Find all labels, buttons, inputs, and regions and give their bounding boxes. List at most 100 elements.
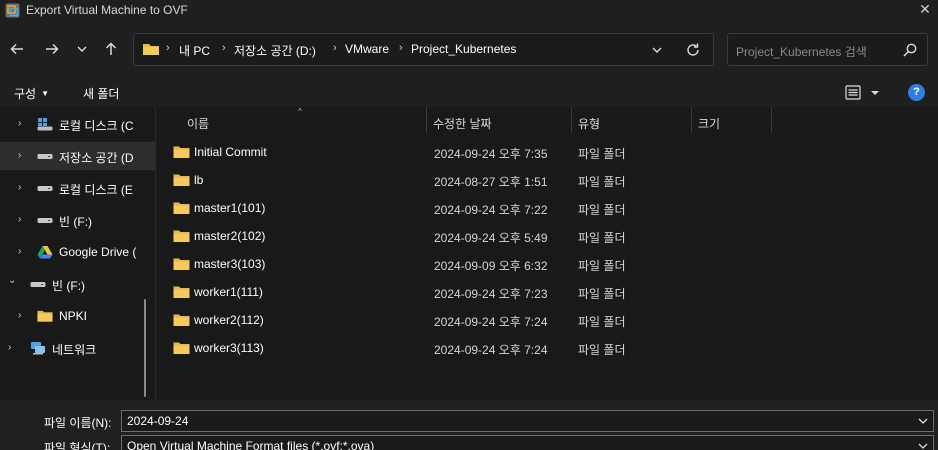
- arrow-right-icon: [46, 43, 59, 55]
- file-list: ^ 이름 수정한 날짜 유형 크기 Initial Commit 2024-09…: [156, 107, 938, 400]
- chevron-right-icon[interactable]: ›: [18, 118, 28, 130]
- google-drive-icon: [37, 246, 53, 259]
- title-bar: Export Virtual Machine to OVF ✕: [0, 0, 938, 22]
- help-icon[interactable]: ?: [908, 84, 925, 101]
- table-row[interactable]: Initial Commit 2024-09-24 오후 7:35 파일 폴더: [156, 138, 938, 166]
- file-type: 파일 폴더: [578, 231, 626, 245]
- search-box[interactable]: Project_Kubernetes 검색: [727, 33, 928, 66]
- sidebar-item-label: 로컬 디스크 (C: [59, 119, 134, 133]
- drive-icon: [37, 218, 53, 223]
- navigation-bar: › 내 PC › 저장소 공간 (D:) › VMware › Project_…: [0, 22, 938, 78]
- table-row[interactable]: master2(102) 2024-09-24 오후 5:49 파일 폴더: [156, 222, 938, 250]
- arrow-left-icon: [10, 43, 23, 55]
- chevron-down-icon[interactable]: ⌄: [8, 275, 18, 287]
- file-type: 파일 폴더: [578, 175, 626, 189]
- chevron-right-icon[interactable]: ›: [18, 310, 28, 322]
- file-type: 파일 폴더: [578, 343, 626, 357]
- table-row[interactable]: worker1(111) 2024-09-24 오후 7:23 파일 폴더: [156, 278, 938, 306]
- breadcrumb-item[interactable]: 저장소 공간 (D:): [234, 42, 316, 59]
- recent-locations-button[interactable]: [71, 38, 93, 60]
- sidebar-item-label: NPKI: [59, 309, 88, 323]
- view-options-button[interactable]: [845, 84, 885, 102]
- chevron-down-icon[interactable]: [650, 43, 664, 57]
- sidebar-item-label: 빈 (F:): [52, 279, 86, 293]
- table-row[interactable]: master1(101) 2024-09-24 오후 7:22 파일 폴더: [156, 194, 938, 222]
- search-icon[interactable]: [902, 42, 918, 58]
- file-modified: 2024-09-24 오후 7:23: [434, 287, 548, 301]
- sidebar-item-bin-f[interactable]: › 빈 (F:): [0, 206, 155, 234]
- chevron-right-icon[interactable]: ›: [8, 342, 18, 354]
- filename-label: 파일 이름(N):: [44, 416, 112, 430]
- organize-label: 구성: [14, 87, 37, 101]
- column-separator[interactable]: [691, 107, 692, 133]
- forward-button[interactable]: [41, 38, 63, 60]
- breadcrumb-separator: ›: [166, 42, 170, 54]
- breadcrumb-separator: ›: [399, 42, 403, 54]
- folder-icon: [173, 342, 190, 354]
- chevron-down-icon[interactable]: [917, 414, 929, 428]
- drive-icon: [37, 186, 53, 191]
- file-name: lb: [194, 173, 204, 187]
- chevron-right-icon[interactable]: ›: [18, 246, 28, 258]
- column-separator[interactable]: [771, 107, 772, 133]
- close-icon[interactable]: ✕: [916, 0, 934, 18]
- navigation-pane: › 로컬 디스크 (C › 저장소 공간 (D › 로컬 디스크 (E › 빈 …: [0, 107, 155, 400]
- up-button[interactable]: [100, 38, 122, 60]
- organize-button[interactable]: 구성 ▼: [14, 85, 49, 102]
- folder-icon: [173, 174, 190, 186]
- sidebar-item-network[interactable]: › 네트워크: [0, 334, 155, 362]
- folder-icon: [173, 314, 190, 326]
- file-name: worker2(112): [194, 313, 264, 327]
- file-modified: 2024-09-24 오후 7:24: [434, 315, 548, 329]
- caret-down-icon: ▼: [41, 89, 50, 98]
- table-row[interactable]: master3(103) 2024-09-09 오후 6:32 파일 폴더: [156, 250, 938, 278]
- folder-icon: [173, 230, 190, 242]
- file-type: 파일 폴더: [578, 259, 626, 273]
- chevron-down-icon[interactable]: [917, 439, 929, 450]
- filename-value: 2024-09-24: [127, 414, 189, 428]
- table-row[interactable]: worker3(113) 2024-09-24 오후 7:24 파일 폴더: [156, 334, 938, 362]
- file-name: worker1(111): [194, 285, 263, 299]
- sidebar-scrollbar[interactable]: [144, 299, 146, 397]
- file-type: 파일 폴더: [578, 203, 626, 217]
- address-bar[interactable]: › 내 PC › 저장소 공간 (D:) › VMware › Project_…: [133, 33, 714, 66]
- column-header-name[interactable]: 이름: [187, 115, 209, 132]
- column-separator[interactable]: [426, 107, 427, 133]
- chevron-right-icon[interactable]: ›: [18, 182, 28, 194]
- table-row[interactable]: lb 2024-08-27 오후 1:51 파일 폴더: [156, 166, 938, 194]
- breadcrumb-separator: ›: [222, 42, 226, 54]
- new-folder-button[interactable]: 새 폴더: [83, 85, 119, 102]
- table-row[interactable]: worker2(112) 2024-09-24 오후 7:24 파일 폴더: [156, 306, 938, 334]
- sidebar-item-label: 빈 (F:): [59, 215, 93, 229]
- column-separator[interactable]: [571, 107, 572, 133]
- drive-windows-icon: [37, 118, 53, 131]
- filetype-select[interactable]: Open Virtual Machine Format files (*.ovf…: [121, 435, 934, 450]
- drive-icon: [30, 282, 46, 287]
- column-header-modified[interactable]: 수정한 날짜: [433, 115, 492, 132]
- sidebar-item-label: Google Drive (: [59, 245, 137, 259]
- sidebar-item-google-drive[interactable]: › Google Drive (: [0, 238, 155, 266]
- chevron-right-icon[interactable]: ›: [18, 214, 28, 226]
- breadcrumb-item[interactable]: 내 PC: [179, 42, 210, 59]
- chevron-right-icon[interactable]: ›: [18, 150, 28, 162]
- column-header-size[interactable]: 크기: [698, 115, 720, 132]
- filetype-label: 파일 형식(T):: [44, 441, 111, 450]
- sidebar-item-storage-d[interactable]: › 저장소 공간 (D: [0, 142, 155, 170]
- folder-icon: [143, 44, 159, 55]
- sidebar-item-label: 네트워크: [52, 343, 97, 357]
- breadcrumb-item[interactable]: VMware: [345, 42, 389, 56]
- column-header-type[interactable]: 유형: [578, 115, 600, 132]
- network-icon: [31, 342, 45, 355]
- sidebar-item-local-disk-e[interactable]: › 로컬 디스크 (E: [0, 174, 155, 202]
- file-modified: 2024-09-09 오후 6:32: [434, 259, 548, 273]
- sidebar-item-bin-f-expanded[interactable]: ⌄ 빈 (F:): [0, 270, 155, 298]
- filename-field[interactable]: 2024-09-24: [121, 410, 934, 432]
- refresh-icon[interactable]: [684, 41, 702, 59]
- filetype-value: Open Virtual Machine Format files (*.ovf…: [127, 439, 375, 450]
- file-name: master2(102): [194, 229, 266, 243]
- breadcrumb-item[interactable]: Project_Kubernetes: [411, 42, 516, 56]
- sidebar-item-local-disk-c[interactable]: › 로컬 디스크 (C: [0, 110, 155, 138]
- back-button[interactable]: [6, 38, 28, 60]
- sidebar-item-label: 로컬 디스크 (E: [59, 183, 133, 197]
- sidebar-item-npki[interactable]: › NPKI: [0, 302, 155, 330]
